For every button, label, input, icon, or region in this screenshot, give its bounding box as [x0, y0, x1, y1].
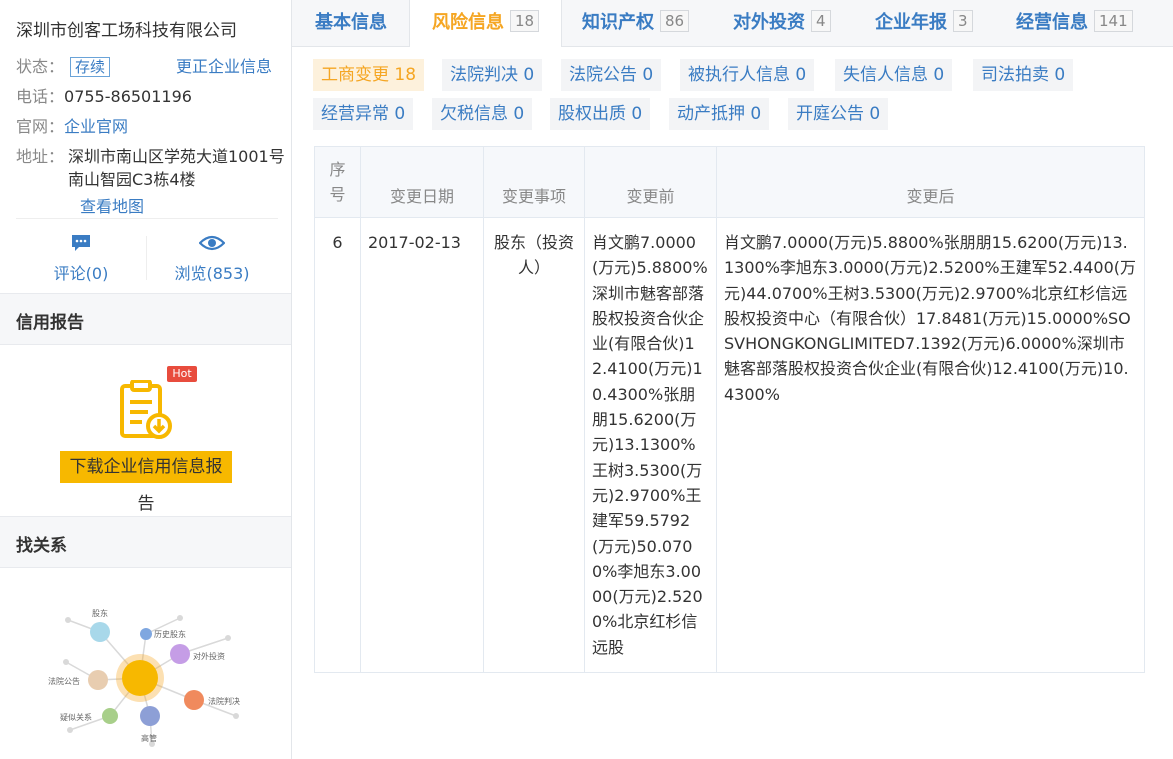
- tab-count: 141: [1094, 10, 1133, 32]
- relation-node-executive: 高管: [141, 733, 157, 743]
- download-credit-report-tail[interactable]: 告: [60, 489, 232, 514]
- views-button[interactable]: 浏览(853): [147, 234, 277, 284]
- tab-count: 4: [811, 10, 831, 32]
- tab-intellectual-property[interactable]: 知识产权 86: [582, 0, 690, 46]
- views-count: 浏览(853): [174, 264, 250, 283]
- tab-label: 经营信息: [1016, 12, 1088, 33]
- change-records: 序号 变更日期 变更事项 变更前 变更后 6 2017-02-13 股东（投资人…: [292, 144, 1173, 759]
- relation-node-investment: 对外投资: [193, 651, 225, 661]
- filter-business-change[interactable]: 工商变更 18: [313, 59, 425, 91]
- eye-icon: [199, 235, 225, 251]
- address-row: 地址： 深圳市南山区学苑大道1001号南山智园C3栋4楼: [16, 145, 286, 191]
- relation-graph[interactable]: 股东 历史股东 对外投资 法院判决 高管 疑似关系 法院公告: [40, 598, 260, 748]
- filter-court-judgment[interactable]: 法院判决 0: [442, 59, 543, 91]
- divider: [16, 218, 278, 219]
- cell-item: 股东（投资人）: [483, 216, 585, 674]
- risk-filter-bar: 工商变更 18 法院判决 0 法院公告 0 被执行人信息 0 失信人信息 0 司…: [292, 47, 1173, 144]
- relation-node-history-shareholder: 历史股东: [154, 629, 186, 639]
- table-header-row: 序号 变更日期 变更事项 变更前 变更后: [314, 146, 1145, 218]
- phone-value: 0755-86501196: [64, 87, 192, 106]
- status-row: 状态： 存续: [16, 53, 111, 77]
- tab-label: 基本信息: [315, 12, 387, 33]
- cell-before: 肖文鹏7.0000(万元)5.8800%深圳市魅客部落股权投资合伙企业(有限合伙…: [584, 216, 717, 674]
- address-label: 地址：: [16, 147, 65, 166]
- filter-judicial-auction[interactable]: 司法拍卖 0: [973, 59, 1074, 91]
- comments-button[interactable]: 评论(0): [16, 234, 146, 284]
- col-before: 变更前: [584, 146, 717, 218]
- tab-annual-report[interactable]: 企业年报 3: [875, 0, 973, 46]
- change-records-table: 序号 变更日期 变更事项 变更前 变更后 6 2017-02-13 股东（投资人…: [314, 146, 1145, 674]
- tab-label: 对外投资: [733, 12, 805, 33]
- phone-label: 电话：: [16, 87, 65, 106]
- address-value: 深圳市南山区学苑大道1001号南山智园C3栋4楼: [68, 147, 285, 189]
- relation-node-suspected: 疑似关系: [60, 712, 92, 722]
- cell-seq: 6: [314, 216, 361, 674]
- website-link[interactable]: 企业官网: [64, 117, 128, 136]
- comment-icon: [72, 235, 90, 251]
- view-map-link[interactable]: 查看地图: [80, 193, 144, 217]
- tab-bar: 基本信息 风险信息 18 知识产权 86 对外投资 4 企业年报 3 经营信息 141: [292, 0, 1173, 47]
- tab-label: 企业年报: [875, 12, 947, 33]
- status-label: 状态：: [16, 57, 65, 76]
- cell-after: 肖文鹏7.0000(万元)5.8800%张朋朋15.6200(万元)13.130…: [716, 216, 1145, 674]
- filter-tax-arrears[interactable]: 欠税信息 0: [432, 98, 533, 130]
- tab-business-info[interactable]: 经营信息 141: [1016, 0, 1133, 46]
- filter-executed-person[interactable]: 被执行人信息 0: [680, 59, 815, 91]
- tab-label: 风险信息: [432, 12, 504, 33]
- col-item: 变更事项: [483, 146, 585, 218]
- tab-investment[interactable]: 对外投资 4: [733, 0, 831, 46]
- phone-row: 电话：0755-86501196: [16, 83, 192, 107]
- relation-node-court-judgment: 法院判决: [208, 696, 240, 706]
- company-sidebar: 深圳市创客工场科技有限公司 状态： 存续 更正企业信息 电话：0755-86501…: [0, 0, 292, 759]
- filter-chattel-mortgage[interactable]: 动产抵押 0: [669, 98, 770, 130]
- comments-count: 评论(0): [53, 264, 109, 283]
- relations-title: 找关系: [16, 536, 67, 556]
- filter-abnormal-operation[interactable]: 经营异常 0: [313, 98, 414, 130]
- tab-count: 3: [953, 10, 973, 32]
- filter-hearing-notice[interactable]: 开庭公告 0: [788, 98, 889, 130]
- website-label: 官网：: [16, 117, 65, 136]
- company-name: 深圳市创客工场科技有限公司: [16, 21, 237, 41]
- col-date: 变更日期: [360, 146, 484, 218]
- filter-equity-pledge[interactable]: 股权出质 0: [550, 98, 651, 130]
- filter-dishonest-person[interactable]: 失信人信息 0: [835, 59, 953, 91]
- report-download-icon: [120, 380, 172, 439]
- filter-court-notice[interactable]: 法院公告 0: [561, 59, 662, 91]
- col-seq: 序号: [314, 146, 361, 218]
- credit-report-title: 信用报告: [16, 313, 84, 333]
- tab-label: 知识产权: [582, 12, 654, 33]
- credit-report-header: 信用报告: [0, 293, 291, 345]
- table-row: 6 2017-02-13 股东（投资人） 肖文鹏7.0000(万元)5.8800…: [314, 216, 1145, 674]
- website-row: 官网：企业官网: [16, 113, 128, 137]
- correct-info-link[interactable]: 更正企业信息: [176, 53, 272, 77]
- col-after: 变更后: [716, 146, 1145, 218]
- download-credit-report-button[interactable]: 下载企业信用信息报: [60, 451, 232, 483]
- cell-date: 2017-02-13: [360, 216, 484, 674]
- tab-risk-info[interactable]: 风险信息 18: [409, 0, 563, 47]
- relations-header: 找关系: [0, 516, 291, 568]
- relation-node-court-notice: 法院公告: [48, 676, 80, 686]
- status-badge: 存续: [70, 57, 111, 77]
- tab-count: 18: [510, 10, 540, 32]
- tab-count: 86: [660, 10, 690, 32]
- relation-node-shareholder: 股东: [92, 608, 108, 618]
- tab-basic-info[interactable]: 基本信息: [315, 0, 387, 46]
